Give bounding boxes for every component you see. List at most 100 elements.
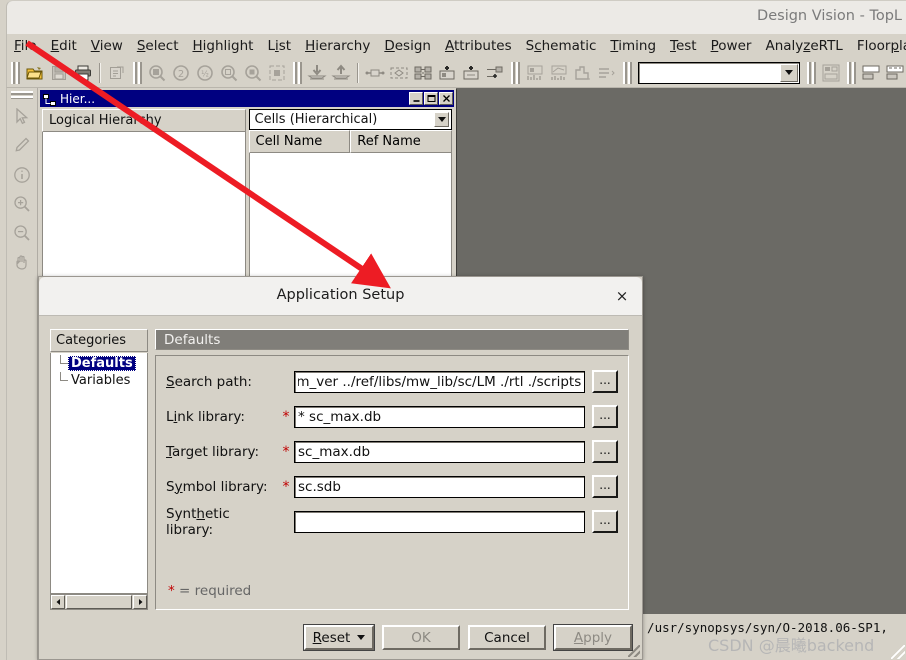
category-label-variables: Variables bbox=[71, 373, 131, 388]
browse-search-path-button[interactable]: ... bbox=[592, 370, 618, 393]
symbol-library-input[interactable] bbox=[294, 475, 585, 498]
info-icon[interactable] bbox=[8, 161, 36, 189]
create-port-icon[interactable] bbox=[364, 61, 386, 85]
cancel-button[interactable]: Cancel bbox=[468, 625, 546, 650]
scatter-icon[interactable] bbox=[548, 61, 570, 85]
categories-tree[interactable]: Defaults Variables bbox=[50, 353, 148, 594]
cells-view-combo[interactable]: Cells (Hierarchical) bbox=[248, 109, 452, 130]
left-tool-strip bbox=[6, 88, 38, 660]
pop-up-icon[interactable] bbox=[330, 61, 352, 85]
menu-list[interactable]: List bbox=[260, 36, 298, 56]
search-path-input[interactable] bbox=[294, 370, 585, 393]
histogram-icon[interactable] bbox=[524, 61, 546, 85]
push-down-icon[interactable] bbox=[306, 61, 328, 85]
ok-button[interactable]: OK bbox=[382, 625, 460, 650]
menu-design[interactable]: Design bbox=[377, 36, 438, 56]
window-title: Design Vision - TopL bbox=[757, 8, 902, 24]
menu-file[interactable]: File bbox=[7, 36, 44, 56]
category-item-defaults[interactable]: Defaults bbox=[51, 355, 147, 372]
reset-button-label: Reset bbox=[312, 629, 351, 646]
maximize-icon[interactable] bbox=[424, 92, 438, 105]
zoom-half-icon[interactable]: ½ bbox=[194, 61, 216, 85]
toolbar-grip[interactable] bbox=[11, 61, 20, 84]
report-icon[interactable] bbox=[596, 61, 618, 85]
toolbar-grip-6[interactable] bbox=[807, 61, 816, 84]
required-legend: * = required bbox=[168, 583, 251, 599]
create-net-icon[interactable] bbox=[388, 61, 410, 85]
browse-target-library-button[interactable]: ... bbox=[592, 440, 618, 463]
menu-select[interactable]: Select bbox=[130, 36, 186, 56]
toolbar-grip-5[interactable] bbox=[623, 61, 632, 84]
scroll-left-icon[interactable] bbox=[51, 595, 65, 609]
bar-chart-icon[interactable] bbox=[572, 61, 594, 85]
scroll-right-icon[interactable] bbox=[133, 595, 147, 609]
schematic-icon[interactable] bbox=[820, 61, 842, 85]
dialog-resize-grip[interactable] bbox=[628, 645, 640, 657]
toolbar-grip-4[interactable] bbox=[511, 61, 520, 84]
menu-floorplan[interactable]: Floorplan bbox=[850, 36, 906, 56]
create-cell-icon[interactable] bbox=[412, 61, 434, 85]
open-folder-icon[interactable] bbox=[24, 61, 46, 85]
field-label-target-library: Target library: bbox=[166, 443, 260, 460]
scrollbar-thumb[interactable] bbox=[66, 595, 132, 609]
print-icon[interactable] bbox=[72, 61, 94, 85]
column-header-cell-name[interactable]: Cell Name bbox=[248, 130, 351, 153]
apply-button[interactable]: Apply bbox=[554, 625, 632, 650]
save-design-icon[interactable] bbox=[48, 61, 70, 85]
window-resize-grip[interactable] bbox=[891, 645, 905, 659]
chevron-down-icon[interactable] bbox=[434, 112, 449, 127]
select-arrow-icon[interactable] bbox=[8, 103, 36, 131]
menu-highlight[interactable]: Highlight bbox=[185, 36, 260, 56]
target-library-input[interactable] bbox=[294, 440, 585, 463]
window-split-icon[interactable] bbox=[860, 61, 882, 85]
menu-power[interactable]: Power bbox=[704, 36, 759, 56]
zoom-out-icon[interactable] bbox=[8, 219, 36, 247]
zoom-area-icon[interactable] bbox=[242, 61, 264, 85]
dialog-titlebar[interactable]: Application Setup × bbox=[39, 277, 642, 316]
menu-test[interactable]: Test bbox=[663, 36, 704, 56]
link-library-input[interactable] bbox=[294, 405, 585, 428]
add-cell-icon[interactable] bbox=[460, 61, 482, 85]
window-tile-icon[interactable] bbox=[884, 61, 906, 85]
pan-hand-icon[interactable] bbox=[8, 248, 36, 276]
menu-edit[interactable]: Edit bbox=[44, 36, 84, 56]
zoom-in-icon[interactable] bbox=[8, 190, 36, 218]
reset-button[interactable]: Reset bbox=[304, 625, 374, 650]
toolbar-grip-3[interactable] bbox=[293, 61, 302, 84]
category-label-defaults: Defaults bbox=[68, 356, 136, 371]
design-selector-combo[interactable] bbox=[638, 61, 800, 84]
menu-attributes[interactable]: Attributes bbox=[438, 36, 519, 56]
category-item-variables[interactable]: Variables bbox=[51, 372, 147, 389]
browse-synthetic-library-button[interactable]: ... bbox=[592, 510, 618, 533]
column-header-ref-name[interactable]: Ref Name bbox=[350, 130, 452, 153]
hierarchy-window-titlebar[interactable]: Hier... bbox=[40, 90, 454, 107]
menu-schematic[interactable]: Schematic bbox=[519, 36, 604, 56]
menu-hierarchy[interactable]: Hierarchy bbox=[298, 36, 377, 56]
required-marker: * bbox=[282, 408, 290, 425]
menu-timing[interactable]: Timing bbox=[603, 36, 663, 56]
synthetic-library-input[interactable] bbox=[294, 510, 585, 533]
menu-analyzertl[interactable]: AnalyzeRTL bbox=[758, 36, 849, 56]
left-strip-grip[interactable] bbox=[11, 91, 33, 99]
toolbar-grip-2[interactable] bbox=[133, 61, 142, 84]
add-pin-icon[interactable] bbox=[436, 61, 458, 85]
form-fields-box: Search path: ... Link library: * ... Tar… bbox=[155, 355, 629, 610]
minimize-icon[interactable] bbox=[409, 92, 423, 105]
zoom-fit-icon[interactable] bbox=[266, 61, 288, 85]
zoom-2x-icon[interactable]: 2 bbox=[170, 61, 192, 85]
categories-horizontal-scrollbar[interactable] bbox=[50, 594, 148, 610]
chevron-down-icon[interactable] bbox=[780, 63, 798, 82]
browse-symbol-library-button[interactable]: ... bbox=[592, 475, 618, 498]
connect-icon[interactable] bbox=[484, 61, 506, 85]
annotate-pencil-icon[interactable] bbox=[8, 132, 36, 160]
browse-link-library-button[interactable]: ... bbox=[592, 405, 618, 428]
menu-view[interactable]: View bbox=[84, 36, 130, 56]
close-icon[interactable] bbox=[439, 92, 453, 105]
zoom-previous-icon[interactable] bbox=[218, 61, 240, 85]
toolbar-grip-7[interactable] bbox=[847, 61, 856, 84]
tree-line-icon bbox=[55, 372, 68, 389]
design-properties-icon[interactable] bbox=[106, 61, 128, 85]
chevron-down-icon[interactable] bbox=[357, 635, 366, 640]
zoom-full-icon[interactable] bbox=[146, 61, 168, 85]
close-icon[interactable]: × bbox=[612, 286, 632, 306]
